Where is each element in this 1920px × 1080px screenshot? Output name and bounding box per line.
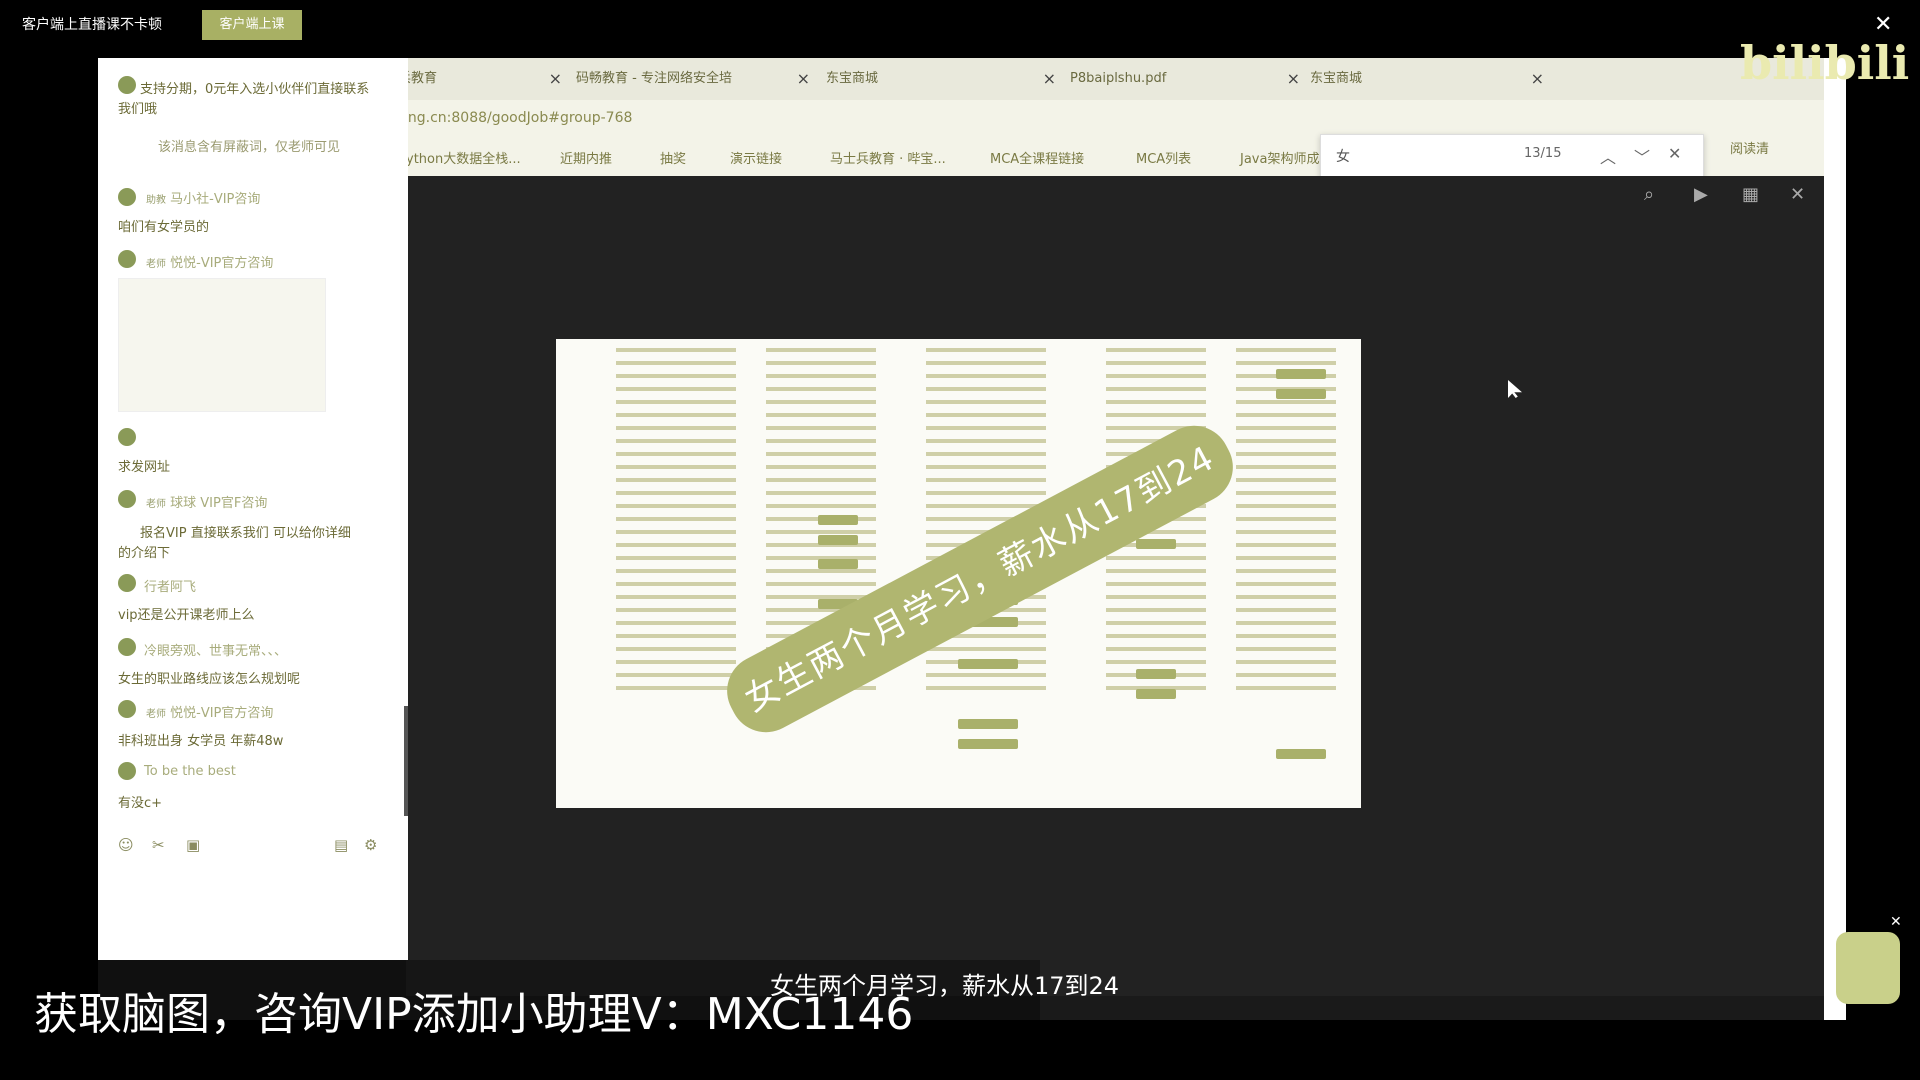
bilibili-logo: bilibili xyxy=(1740,36,1910,90)
chat-message: 我们哦 xyxy=(118,102,158,117)
emoji-icon[interactable]: ☺ xyxy=(118,836,134,854)
chat-message: 支持分期，0元年入选小伙伴们直接联系 xyxy=(140,82,370,97)
close-icon[interactable]: ✕ xyxy=(1874,12,1892,37)
chat-username: 助教 马小社-VIP咨询 xyxy=(146,192,261,207)
tab-5[interactable]: 东宝商城 × xyxy=(1310,64,1550,94)
scissors-icon[interactable]: ✂ xyxy=(152,836,165,854)
close-icon[interactable]: × xyxy=(1531,64,1544,94)
chat-username: 行者阿飞 xyxy=(144,580,197,595)
tab-3[interactable]: 东宝商城 × xyxy=(826,64,1062,94)
bookmark-item[interactable]: 马士兵教育 · 哔宝... xyxy=(830,148,946,167)
find-input[interactable]: 女 xyxy=(1336,146,1350,166)
chat-username: 冷眼旁观、世事无常、、、 xyxy=(144,644,288,659)
close-icon[interactable]: ✕ xyxy=(1668,144,1681,163)
top-title: 客户端上直播课不卡顿 xyxy=(22,17,162,33)
chevron-down-icon[interactable]: ﹀ xyxy=(1634,144,1650,168)
tab-label: 码畅教育 - 专注网络安全培 xyxy=(576,71,732,86)
bookmark-item[interactable]: ython大数据全栈... xyxy=(406,148,521,167)
close-icon[interactable]: ✕ xyxy=(1890,914,1902,930)
avatar xyxy=(118,700,136,718)
client-class-button[interactable]: 客户端上课 xyxy=(202,10,302,40)
bookmark-item[interactable]: 近期内推 xyxy=(560,148,612,167)
chat-message: vip还是公开课老师上么 xyxy=(118,608,255,623)
reader-mode-button[interactable]: 阅读清 xyxy=(1730,138,1769,157)
chat-message: 非科班出身 女学员 年薪48w xyxy=(118,734,284,749)
image-icon[interactable]: ▣ xyxy=(186,836,200,854)
avatar xyxy=(118,188,136,206)
avatar xyxy=(118,76,136,94)
avatar xyxy=(118,250,136,268)
bookmark-item[interactable]: 演示链接 xyxy=(730,148,782,167)
tab-label: P8baiplshu.pdf xyxy=(1070,71,1167,86)
tab-2[interactable]: 码畅教育 - 专注网络安全培 × xyxy=(576,64,816,94)
chat-message: 求发网址 xyxy=(118,460,171,475)
chat-message: 有没c+ xyxy=(118,796,163,811)
close-icon[interactable]: × xyxy=(1287,64,1300,94)
chat-message: 女生的职业路线应该怎么规划呢 xyxy=(118,672,301,687)
tab-1[interactable]: 兵教育 × xyxy=(398,64,568,94)
close-icon[interactable]: × xyxy=(549,64,562,94)
message-icon[interactable]: ▤ xyxy=(334,836,348,854)
avatar xyxy=(118,638,136,656)
find-count: 13/15 xyxy=(1524,146,1562,161)
address-text[interactable]: ing.cn:8088/goodJob#group-768 xyxy=(404,110,632,126)
chat-notice: 该消息含有屏蔽词，仅老师可见 xyxy=(158,140,341,155)
search-icon[interactable]: ⌕ xyxy=(1644,184,1654,205)
avatar xyxy=(118,762,136,780)
bookmark-item[interactable]: 抽奖 xyxy=(660,148,686,167)
close-icon[interactable]: × xyxy=(1043,64,1056,94)
avatar xyxy=(118,490,136,508)
avatar xyxy=(118,574,136,592)
right-strip xyxy=(1824,58,1846,1020)
chat-username: 老师 球球 VIP官F咨询 xyxy=(146,496,268,511)
tab-4[interactable]: P8baiplshu.pdf × xyxy=(1070,64,1306,94)
mascot-icon[interactable] xyxy=(1836,932,1900,1004)
chat-message: 报名VIP 直接联系我们 可以给你详细 xyxy=(140,526,351,541)
grid-icon[interactable]: ▦ xyxy=(1742,184,1759,205)
close-icon[interactable]: ✕ xyxy=(1790,184,1805,205)
play-icon[interactable]: ▶ xyxy=(1694,184,1708,205)
bookmark-item[interactable]: MCA列表 xyxy=(1136,148,1191,167)
tab-label: 东宝商城 xyxy=(826,71,879,86)
bookmark-item[interactable]: Java架构师成 xyxy=(1240,148,1319,167)
subtitle-main: 获取脑图，咨询VIP添加小助理V：MXC1146 xyxy=(34,989,914,1040)
chat-image-thumbnail[interactable] xyxy=(118,278,326,412)
tab-label: 东宝商城 xyxy=(1310,71,1363,86)
chat-username: 老师 悦悦-VIP官方咨询 xyxy=(146,256,274,271)
chat-scrollbar[interactable] xyxy=(404,706,408,816)
chat-message: 咱们有女学员的 xyxy=(118,220,210,235)
bookmark-item[interactable]: MCA全课程链接 xyxy=(990,148,1084,167)
chat-message: 的介绍下 xyxy=(118,546,171,561)
settings-icon[interactable]: ⚙ xyxy=(364,836,377,854)
chevron-up-icon[interactable]: ︿ xyxy=(1600,144,1616,168)
close-icon[interactable]: × xyxy=(797,64,810,94)
avatar xyxy=(118,428,136,446)
chat-username: To be the best xyxy=(144,764,236,779)
chat-username: 老师 悦悦-VIP官方咨询 xyxy=(146,706,274,721)
